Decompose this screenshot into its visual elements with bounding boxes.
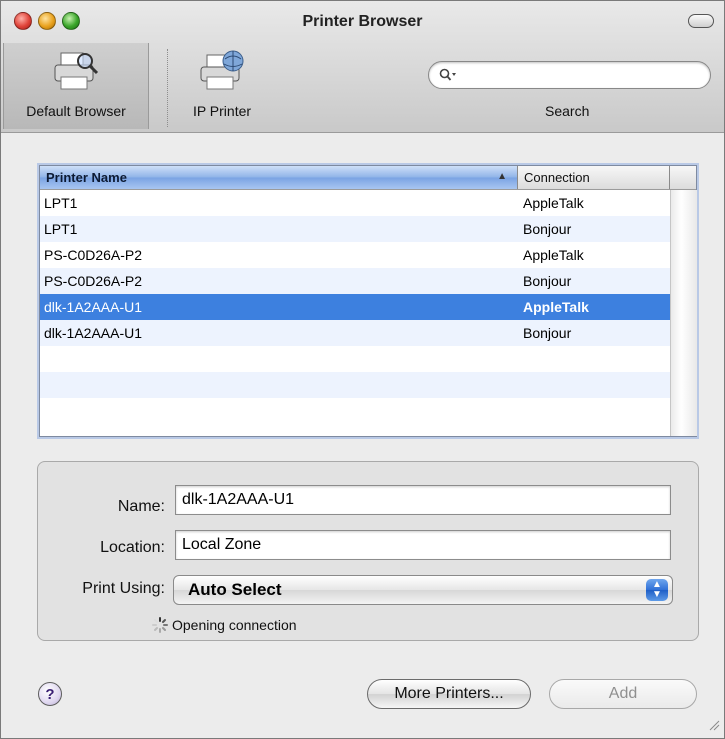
sort-ascending-icon: ▲ xyxy=(497,171,507,182)
print-using-value: Auto Select xyxy=(188,580,282,599)
default-browser-tab[interactable]: Default Browser xyxy=(3,43,149,129)
printer-globe-icon xyxy=(197,49,247,96)
column-header-label: Connection xyxy=(524,170,590,185)
default-browser-label: Default Browser xyxy=(26,103,126,119)
table-header: Printer Name ▲ Connection xyxy=(40,166,696,190)
print-using-popup[interactable]: Auto Select ▲ ▼ xyxy=(173,575,673,605)
add-button[interactable]: Add xyxy=(549,679,697,709)
table-row[interactable]: LPT1 AppleTalk xyxy=(40,190,670,216)
name-field[interactable] xyxy=(175,485,671,515)
connection-cell: AppleTalk xyxy=(523,299,589,315)
connection-cell: AppleTalk xyxy=(523,195,584,211)
column-header-printer-name[interactable]: Printer Name ▲ xyxy=(40,166,518,189)
table-row[interactable]: PS-C0D26A-P2 Bonjour xyxy=(40,268,670,294)
location-field[interactable] xyxy=(175,530,671,560)
printer-name-cell: dlk-1A2AAA-U1 xyxy=(44,325,143,341)
name-label: Name: xyxy=(117,498,165,515)
printer-name-cell: LPT1 xyxy=(44,221,78,237)
table-row-selected[interactable]: dlk-1A2AAA-U1 AppleTalk xyxy=(40,294,670,320)
printer-search-icon xyxy=(51,49,101,96)
printer-name-cell: dlk-1A2AAA-U1 xyxy=(44,299,143,315)
empty-row xyxy=(40,372,670,398)
spinner-icon xyxy=(151,616,169,637)
table-scrollbar[interactable] xyxy=(670,190,697,436)
printer-name-cell: LPT1 xyxy=(44,195,78,211)
table-row[interactable]: PS-C0D26A-P2 AppleTalk xyxy=(40,242,670,268)
search-icon xyxy=(439,68,457,85)
search-label: Search xyxy=(545,103,590,119)
table-row[interactable]: LPT1 Bonjour xyxy=(40,216,670,242)
popup-arrows-icon: ▲ ▼ xyxy=(646,579,668,601)
toolbar-toggle-button[interactable] xyxy=(688,14,714,28)
table-row[interactable]: dlk-1A2AAA-U1 Bonjour xyxy=(40,320,670,346)
printer-name-cell: PS-C0D26A-P2 xyxy=(44,247,143,263)
column-header-label: Printer Name xyxy=(46,170,127,185)
more-printers-button[interactable]: More Printers... xyxy=(367,679,531,709)
connection-cell: AppleTalk xyxy=(523,247,584,263)
search-field[interactable] xyxy=(428,61,711,89)
location-label: Location: xyxy=(100,539,165,556)
connection-cell: Bonjour xyxy=(523,325,572,341)
column-header-filler xyxy=(670,166,697,189)
status-text: Opening connection xyxy=(172,617,297,633)
column-header-connection[interactable]: Connection xyxy=(518,166,670,189)
toolbar-separator xyxy=(167,49,168,127)
help-button[interactable]: ? xyxy=(38,682,62,706)
print-using-label: Print Using: xyxy=(82,580,165,597)
printer-browser-window: Printer Browser Default Browser IP Print… xyxy=(0,0,725,739)
search-input[interactable] xyxy=(459,65,699,85)
printer-name-cell: PS-C0D26A-P2 xyxy=(44,273,143,289)
ip-printer-tab[interactable]: IP Printer xyxy=(177,43,267,129)
resize-grip-icon[interactable] xyxy=(708,719,720,734)
connection-cell: Bonjour xyxy=(523,273,572,289)
printer-table: Printer Name ▲ Connection LPT1 AppleTalk… xyxy=(39,165,697,437)
ip-printer-label: IP Printer xyxy=(192,103,252,119)
empty-row xyxy=(40,346,670,372)
connection-cell: Bonjour xyxy=(523,221,572,237)
empty-row xyxy=(40,398,670,424)
window-title: Printer Browser xyxy=(302,13,423,30)
title-toolbar: Printer Browser Default Browser IP Print… xyxy=(1,1,724,133)
table-rows: LPT1 AppleTalk LPT1 Bonjour PS-C0D26A-P2… xyxy=(40,190,670,424)
